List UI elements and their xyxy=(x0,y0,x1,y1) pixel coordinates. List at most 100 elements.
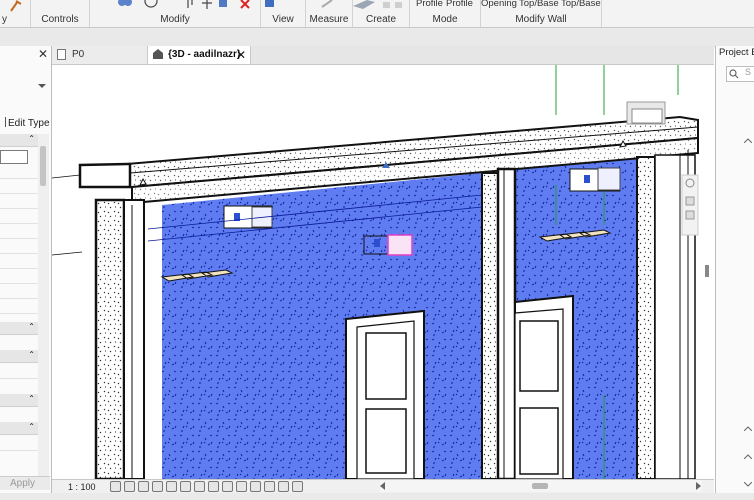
apply-button[interactable]: Apply xyxy=(0,476,50,490)
ribbon-group-view: View xyxy=(261,0,306,27)
measure-icon[interactable] xyxy=(320,0,334,8)
properties-section[interactable]: ⌃ xyxy=(0,422,38,435)
property-row[interactable] xyxy=(0,299,38,314)
project-browser-title: Project B xyxy=(719,47,754,58)
door-left[interactable] xyxy=(345,309,425,479)
fixture-box[interactable] xyxy=(569,167,621,192)
reveal-constraints-icon[interactable] xyxy=(292,481,303,492)
view-scale[interactable]: 1 : 100 xyxy=(68,480,96,494)
detach-top-base-button[interactable]: Top/Base xyxy=(561,0,601,9)
options-bar xyxy=(0,28,754,47)
collapse-icon[interactable]: ⌃ xyxy=(28,134,35,143)
column-left[interactable] xyxy=(94,198,145,479)
navigation-bar[interactable] xyxy=(681,174,699,236)
properties-scrollbar[interactable] xyxy=(38,134,49,478)
edit-type-label: Edit Type xyxy=(8,118,50,129)
render-icon[interactable] xyxy=(166,481,177,492)
crop-view-icon[interactable] xyxy=(180,481,191,492)
pan-icon[interactable] xyxy=(685,210,695,220)
properties-section[interactable]: ⌃ xyxy=(0,134,38,147)
viewport-horizontal-scrollbar[interactable] xyxy=(380,480,702,492)
wall-opening-button[interactable]: Opening xyxy=(481,0,517,9)
lock-3d-icon[interactable] xyxy=(208,481,219,492)
ribbon-group-modify: Modify xyxy=(90,0,261,27)
property-row[interactable] xyxy=(0,209,38,224)
chevron-down-icon[interactable] xyxy=(38,84,46,90)
properties-section[interactable]: ⌃ xyxy=(0,322,38,335)
create-part-icon[interactable] xyxy=(383,2,403,10)
scrollbar-thumb[interactable] xyxy=(532,483,548,489)
property-row[interactable] xyxy=(0,284,38,299)
tab-label: P0 xyxy=(72,49,85,60)
sun-path-icon[interactable] xyxy=(138,481,149,492)
chevron-down-icon[interactable] xyxy=(744,482,752,487)
property-row[interactable] xyxy=(0,239,38,254)
collapse-icon[interactable]: ⌃ xyxy=(28,350,35,359)
view-icon[interactable] xyxy=(264,0,276,8)
project-browser-search[interactable]: S xyxy=(726,66,754,82)
reveal-hidden-icon[interactable] xyxy=(236,481,247,492)
column-middle[interactable] xyxy=(481,167,517,479)
collapse-icon[interactable]: ⌃ xyxy=(28,422,35,431)
collapse-icon[interactable]: ⌃ xyxy=(28,394,35,403)
floor-plan-icon xyxy=(57,49,66,60)
view-control-icons xyxy=(110,481,303,493)
chevron-right-icon[interactable] xyxy=(696,482,702,490)
ribbon-group-measure: Measure xyxy=(306,0,353,27)
viewport-scrollbar-thumb[interactable] xyxy=(705,265,709,277)
close-icon[interactable]: ✕ xyxy=(236,46,246,64)
3d-model-canvas[interactable] xyxy=(52,65,714,479)
split-icon[interactable] xyxy=(202,0,212,9)
zoom-icon[interactable] xyxy=(685,196,695,206)
properties-section[interactable]: ⌃ xyxy=(0,350,38,363)
modify-tool-icon[interactable] xyxy=(8,0,24,12)
trim-icon[interactable] xyxy=(186,0,196,9)
highlight-displacement-icon[interactable] xyxy=(278,481,289,492)
analysis-display-icon[interactable] xyxy=(264,481,275,492)
property-row[interactable] xyxy=(0,164,38,179)
property-row[interactable] xyxy=(0,179,38,194)
view-cube[interactable] xyxy=(626,101,666,125)
tab-p0[interactable]: P0 xyxy=(52,46,147,64)
collapse-icon[interactable] xyxy=(744,138,752,143)
collapse-icon[interactable] xyxy=(744,426,752,431)
rotate-icon[interactable] xyxy=(144,0,158,8)
create-icon[interactable] xyxy=(353,0,377,10)
property-row[interactable] xyxy=(0,364,38,379)
scrollbar-thumb[interactable] xyxy=(40,146,46,186)
property-row[interactable] xyxy=(0,436,38,451)
reset-profile-button[interactable]: Profile xyxy=(446,0,473,9)
detail-level-icon[interactable] xyxy=(110,481,121,492)
collapse-icon[interactable]: ⌃ xyxy=(28,322,35,331)
door-right[interactable] xyxy=(514,294,574,479)
wall-left[interactable] xyxy=(162,173,482,479)
ribbon: y Controls Modify View Measure Create Pr… xyxy=(0,0,754,28)
property-row[interactable] xyxy=(0,336,38,351)
visual-style-icon[interactable] xyxy=(124,481,135,492)
3d-view-icon xyxy=(153,49,163,59)
property-row[interactable] xyxy=(0,408,38,423)
3d-viewport[interactable] xyxy=(52,65,714,479)
tab-3d-view[interactable]: {3D - aadilnazr} ✕ xyxy=(147,46,251,64)
chevron-left-icon[interactable] xyxy=(380,482,386,490)
temp-view-properties-icon[interactable] xyxy=(250,481,261,492)
edit-profile-button[interactable]: Profile xyxy=(416,0,443,9)
property-row[interactable] xyxy=(0,194,38,209)
attach-top-base-button[interactable]: Top/Base xyxy=(519,0,559,9)
ribbon-group-modify-wall: Opening Top/Base Top/Base Modify Wall xyxy=(481,0,602,27)
edit-type-button[interactable]: Edit Type xyxy=(0,117,50,129)
properties-section[interactable]: ⌃ xyxy=(0,394,38,407)
property-row[interactable] xyxy=(0,224,38,239)
property-row[interactable] xyxy=(0,254,38,269)
properties-filter-field[interactable] xyxy=(0,150,28,164)
property-row[interactable] xyxy=(0,269,38,284)
temp-hide-icon[interactable] xyxy=(222,481,233,492)
chevron-up-icon[interactable] xyxy=(744,454,752,459)
array-icon[interactable] xyxy=(218,0,228,9)
close-icon[interactable]: ✕ xyxy=(38,47,48,61)
ribbon-group-controls: Controls xyxy=(31,0,90,27)
delete-icon[interactable] xyxy=(240,0,250,9)
show-crop-icon[interactable] xyxy=(194,481,205,492)
shadows-icon[interactable] xyxy=(152,481,163,492)
mirror-icon[interactable] xyxy=(118,0,132,8)
